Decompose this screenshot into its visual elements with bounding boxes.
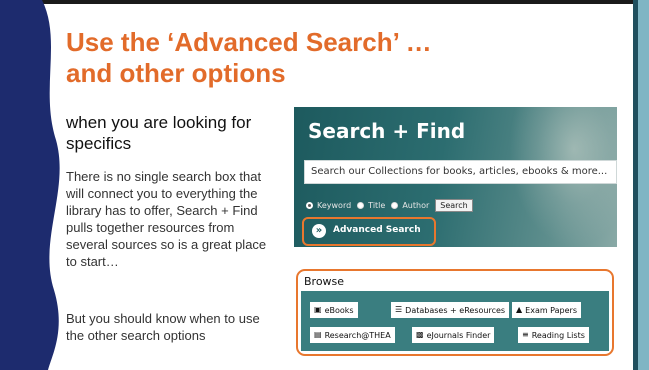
- slide-title-line2: and other options: [66, 58, 286, 88]
- slide-title: Use the ‘Advanced Search’ … and other op…: [66, 27, 536, 89]
- search-input[interactable]: Search our Collections for books, articl…: [304, 160, 617, 184]
- list-icon: ☰: [395, 305, 403, 314]
- browse-panel: Browse ▣ eBooks ☰ Databases + eResources…: [296, 269, 614, 356]
- browse-reading-lists-button[interactable]: ≡ Reading Lists: [518, 327, 589, 343]
- browse-exam-papers-button[interactable]: ▲ Exam Papers: [512, 302, 582, 318]
- advanced-search-button[interactable]: » Advanced Search: [302, 217, 436, 246]
- browse-grid: ▣ eBooks ☰ Databases + eResources ▲ Exam…: [301, 291, 609, 351]
- browse-reading-lists-label: Reading Lists: [531, 330, 585, 340]
- book-icon: ▣: [314, 305, 322, 314]
- radio-title[interactable]: [357, 201, 365, 209]
- browse-research-label: Research@THEA: [324, 330, 391, 340]
- search-find-title: Search + Find: [308, 119, 466, 143]
- top-border: [0, 0, 649, 4]
- radio-author[interactable]: [391, 201, 399, 209]
- search-type-options: Keyword Title Author Search: [306, 197, 473, 213]
- browse-databases-button[interactable]: ☰ Databases + eResources: [391, 302, 510, 318]
- browse-ejournals-button[interactable]: ▩ eJournals Finder: [412, 327, 495, 343]
- slide-title-line1: Use the ‘Advanced Search’ …: [66, 27, 432, 57]
- radio-keyword-label: Keyword: [317, 200, 352, 210]
- right-rail: [638, 0, 649, 370]
- body-paragraph-2: But you should know when to use the othe…: [66, 311, 260, 343]
- radio-title-label: Title: [368, 200, 386, 210]
- browse-ejournals-label: eJournals Finder: [426, 330, 491, 340]
- double-chevron-icon: »: [312, 224, 326, 238]
- browse-exam-papers-label: Exam Papers: [525, 305, 578, 315]
- body-paragraph-1: There is no single search box that will …: [66, 169, 267, 269]
- radio-author-label: Author: [402, 200, 430, 210]
- checklist-icon: ≡: [522, 330, 529, 339]
- browse-ebooks-label: eBooks: [324, 305, 354, 315]
- browse-ebooks-button[interactable]: ▣ eBooks: [310, 302, 358, 318]
- research-icon: ▤: [314, 330, 322, 339]
- search-button[interactable]: Search: [435, 198, 473, 212]
- journal-icon: ▩: [416, 330, 424, 339]
- graduation-cap-icon: ▲: [516, 305, 523, 314]
- browse-databases-label: Databases + eResources: [405, 305, 506, 315]
- radio-keyword[interactable]: [306, 201, 313, 209]
- browse-research-button[interactable]: ▤ Research@THEA: [310, 327, 395, 343]
- slide-subtitle: when you are looking for specifics: [66, 113, 252, 153]
- wave-decoration: [0, 0, 60, 370]
- advanced-search-label: Advanced Search: [333, 225, 421, 235]
- browse-label: Browse: [304, 275, 345, 288]
